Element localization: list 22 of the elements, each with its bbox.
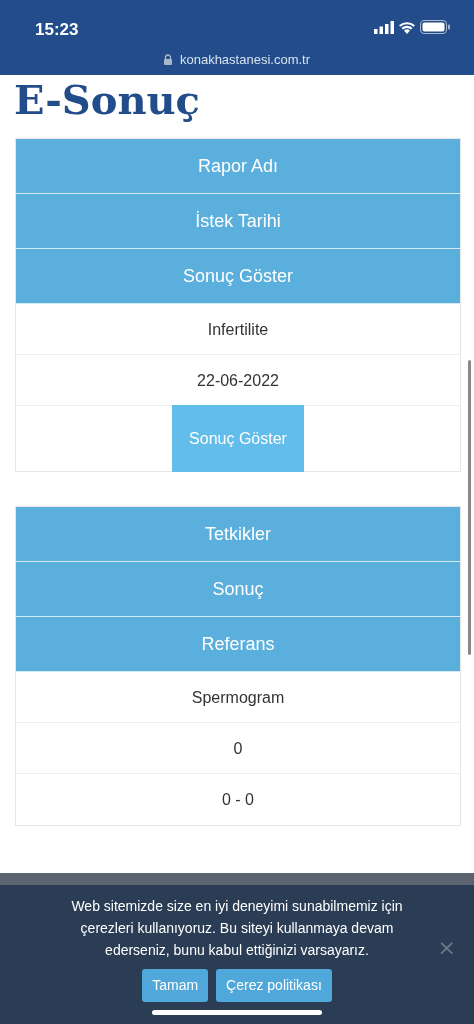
cookie-policy-button[interactable]: Çerez politikası	[216, 969, 332, 1002]
column-header: İstek Tarihi	[16, 194, 460, 249]
url-text[interactable]: konakhastanesi.com.tr	[179, 50, 311, 70]
ok-button[interactable]: Tamam	[142, 969, 209, 1002]
table-cell: Infertilite	[16, 304, 460, 355]
column-header: Sonuç Göster	[16, 249, 460, 304]
battery-icon	[420, 20, 450, 34]
column-header: Rapor Adı	[16, 139, 460, 194]
signal-icon	[374, 20, 394, 34]
column-header: Referans	[16, 617, 460, 672]
close-button[interactable]: ×	[437, 937, 456, 959]
column-header: Tetkikler	[16, 507, 460, 562]
lock-icon	[163, 54, 172, 66]
column-header: Sonuç	[16, 562, 460, 617]
page-title: E-Sonuç	[14, 80, 201, 120]
table-cell: Spermogram	[16, 672, 460, 723]
table-cell: 0	[16, 723, 460, 774]
status-time: 15:23	[35, 19, 79, 41]
cookie-message: Web sitemizde size en iyi deneyimi sunabilmemiz için çerezleri kullanıyoruz. Bu siteyi kullanmaya devam ederseniz, bunu kabul ettiğinizi varsayarız.	[70, 897, 404, 960]
table-cell-text: 0 - 0	[221, 790, 255, 810]
wifi-icon	[398, 20, 416, 34]
show-result-button[interactable]: Sonuç Göster	[172, 405, 304, 472]
